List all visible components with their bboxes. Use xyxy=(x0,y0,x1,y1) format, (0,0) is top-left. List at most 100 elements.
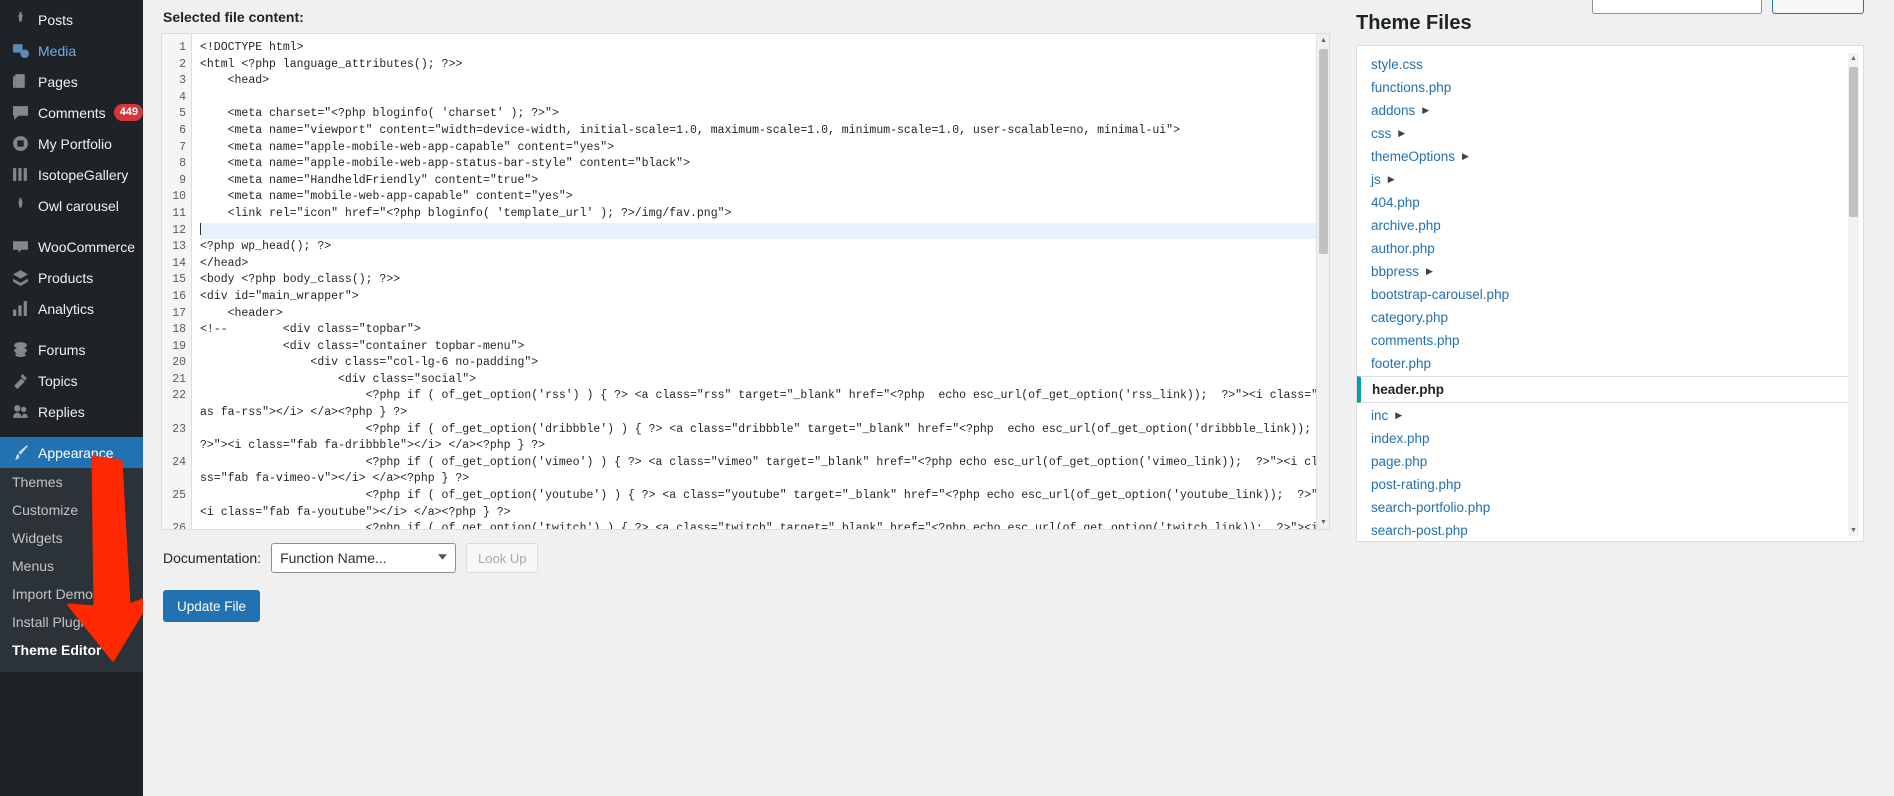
sidebar-item-comments[interactable]: Comments 449 xyxy=(0,97,143,128)
code-line[interactable]: <!DOCTYPE html> xyxy=(200,40,1329,57)
theme-file-item[interactable]: category.php xyxy=(1357,306,1863,329)
theme-file-item[interactable]: page.php xyxy=(1357,450,1863,473)
theme-file-item[interactable]: header.php xyxy=(1357,376,1857,403)
theme-file-item[interactable]: index.php xyxy=(1357,427,1863,450)
code-line[interactable]: <?php if ( of_get_option('dribbble') ) {… xyxy=(200,422,1329,455)
code-line[interactable]: <meta name="apple-mobile-web-app-status-… xyxy=(200,156,1329,173)
folder-expand-triangle-icon[interactable]: ▶ xyxy=(1426,260,1433,283)
line-number: 2 xyxy=(179,57,186,71)
sidebar-item-media[interactable]: Media xyxy=(0,35,143,66)
files-scroll-down-arrow-icon[interactable]: ▼ xyxy=(1848,525,1859,536)
theme-file-item[interactable]: inc ▶ xyxy=(1357,404,1863,427)
theme-file-item[interactable]: search-post.php xyxy=(1357,519,1863,541)
code-line[interactable]: <meta name="viewport" content="width=dev… xyxy=(200,123,1329,140)
theme-file-item[interactable]: archive.php xyxy=(1357,214,1863,237)
code-line[interactable]: <?php if ( of_get_option('rss') ) { ?> <… xyxy=(200,388,1329,421)
select-button-partial[interactable] xyxy=(1772,0,1864,14)
code-line[interactable]: <meta name="HandheldFriendly" content="t… xyxy=(200,173,1329,190)
code-line[interactable]: <meta name="mobile-web-app-capable" cont… xyxy=(200,189,1329,206)
submenu-item-customize[interactable]: Customize xyxy=(0,496,143,524)
folder-expand-triangle-icon[interactable]: ▶ xyxy=(1388,168,1395,191)
line-number: 23 xyxy=(172,422,186,436)
theme-file-item[interactable]: 404.php xyxy=(1357,191,1863,214)
sidebar-item-topics[interactable]: Topics xyxy=(0,365,143,396)
files-vertical-scrollbar[interactable]: ▲ ▼ xyxy=(1848,53,1859,536)
theme-file-item[interactable]: bootstrap-carousel.php xyxy=(1357,283,1863,306)
theme-select-partial[interactable] xyxy=(1592,0,1762,14)
code-line[interactable]: <!-- <div class="topbar"> xyxy=(200,322,1329,339)
code-line[interactable]: <?php wp_head(); ?> xyxy=(200,239,1329,256)
code-line[interactable]: <html <?php language_attributes(); ?>> xyxy=(200,57,1329,74)
folder-expand-triangle-icon[interactable]: ▶ xyxy=(1462,145,1469,168)
update-file-button[interactable]: Update File xyxy=(163,590,261,622)
code-line[interactable]: </head> xyxy=(200,256,1329,273)
theme-files-column: Theme Files style.css functions.php addons… xyxy=(1348,0,1894,796)
theme-file-item[interactable]: bbpress ▶ xyxy=(1357,260,1863,283)
documentation-function-select[interactable]: Function Name... xyxy=(271,543,457,573)
files-scrollbar-thumb[interactable] xyxy=(1849,67,1858,217)
sidebar-item-owl-carousel[interactable]: Owl carousel xyxy=(0,190,143,221)
line-number: 13 xyxy=(172,240,186,254)
sidebar-separator xyxy=(0,324,143,334)
sidebar-item-label: Forums xyxy=(38,341,86,358)
code-line[interactable]: <?php if ( of_get_option('twitch') ) { ?… xyxy=(200,521,1329,529)
code-line[interactable]: <div class="container topbar-menu"> xyxy=(200,339,1329,356)
submenu-item-theme-editor[interactable]: Theme Editor xyxy=(0,636,143,664)
sidebar-item-woocommerce[interactable]: WooCommerce xyxy=(0,231,143,262)
theme-file-item[interactable]: footer.php xyxy=(1357,352,1863,375)
theme-file-name: search-portfolio.php xyxy=(1371,500,1491,515)
code-line[interactable]: <head> xyxy=(200,73,1329,90)
folder-expand-triangle-icon[interactable]: ▶ xyxy=(1395,404,1402,427)
submenu-item-menus[interactable]: Menus xyxy=(0,552,143,580)
scrollbar-thumb[interactable] xyxy=(1319,49,1328,254)
editor-vertical-scrollbar[interactable]: ▲ ▼ xyxy=(1316,34,1329,529)
sidebar-item-replies[interactable]: Replies xyxy=(0,396,143,427)
code-line[interactable]: <?php if ( of_get_option('youtube') ) { … xyxy=(200,488,1329,521)
theme-file-item[interactable]: js ▶ xyxy=(1357,168,1863,191)
theme-file-item[interactable]: post-rating.php xyxy=(1357,473,1863,496)
theme-file-item[interactable]: addons ▶ xyxy=(1357,99,1863,122)
sidebar-item-my-portfolio[interactable]: My Portfolio xyxy=(0,128,143,159)
submenu-item-install-plugins[interactable]: Install Plugins xyxy=(0,608,143,636)
sidebar-item-label: WooCommerce xyxy=(38,238,135,255)
folder-expand-triangle-icon[interactable]: ▶ xyxy=(1398,122,1405,145)
code-text-area[interactable]: <!DOCTYPE html> <html <?php language_attr… xyxy=(192,34,1329,529)
scroll-down-arrow-icon[interactable]: ▼ xyxy=(1317,516,1329,529)
code-line[interactable]: <div class="col-lg-6 no-padding"> xyxy=(200,355,1329,372)
code-line[interactable]: <link rel="icon" href="<?php bloginfo( '… xyxy=(200,206,1329,223)
code-line[interactable]: <meta name="apple-mobile-web-app-capable… xyxy=(200,140,1329,157)
look-up-button[interactable]: Look Up xyxy=(466,543,539,573)
code-line[interactable]: <?php if ( of_get_option('vimeo') ) { ?>… xyxy=(200,455,1329,488)
sidebar-item-products[interactable]: Products xyxy=(0,262,143,293)
scroll-up-arrow-icon[interactable]: ▲ xyxy=(1317,34,1329,47)
sidebar-item-appearance[interactable]: Appearance xyxy=(0,437,143,468)
submenu-item-widgets[interactable]: Widgets xyxy=(0,524,143,552)
folder-expand-triangle-icon[interactable]: ▶ xyxy=(1422,99,1429,122)
theme-file-item[interactable]: functions.php xyxy=(1357,76,1863,99)
code-line[interactable]: <meta charset="<?php bloginfo( 'charset'… xyxy=(200,106,1329,123)
code-line[interactable]: <header> xyxy=(200,306,1329,323)
theme-file-item[interactable]: author.php xyxy=(1357,237,1863,260)
code-line[interactable] xyxy=(200,90,1329,107)
files-scroll-up-arrow-icon[interactable]: ▲ xyxy=(1848,53,1859,64)
code-line[interactable]: <body <?php body_class(); ?>> xyxy=(200,272,1329,289)
submenu-item-import-demo-data[interactable]: Import Demo Data xyxy=(0,580,143,608)
theme-file-item[interactable]: themeOptions ▶ xyxy=(1357,145,1863,168)
sidebar-item-analytics[interactable]: Analytics xyxy=(0,293,143,324)
theme-file-name: search-post.php xyxy=(1371,523,1468,538)
sidebar-item-posts[interactable]: Posts xyxy=(0,4,143,35)
sidebar-item-pages[interactable]: Pages xyxy=(0,66,143,97)
analytics-icon xyxy=(10,299,30,319)
code-editor[interactable]: 1 2 3 4 5 6 7 8 9 10 11 12 13 14 15 16 17 18 19 20 21 22 23 24 2… xyxy=(161,33,1330,530)
submenu-item-themes[interactable]: Themes xyxy=(0,468,143,496)
code-line[interactable] xyxy=(200,222,1329,240)
sidebar-item-forums[interactable]: Forums xyxy=(0,334,143,365)
topics-icon xyxy=(10,371,30,391)
theme-file-item[interactable]: comments.php xyxy=(1357,329,1863,352)
code-line[interactable]: <div id="main_wrapper"> xyxy=(200,289,1329,306)
sidebar-item-isotopegallery[interactable]: IsotopeGallery xyxy=(0,159,143,190)
code-line[interactable]: <div class="social"> xyxy=(200,372,1329,389)
theme-file-item[interactable]: style.css xyxy=(1357,53,1863,76)
theme-file-item[interactable]: search-portfolio.php xyxy=(1357,496,1863,519)
theme-file-item[interactable]: css ▶ xyxy=(1357,122,1863,145)
